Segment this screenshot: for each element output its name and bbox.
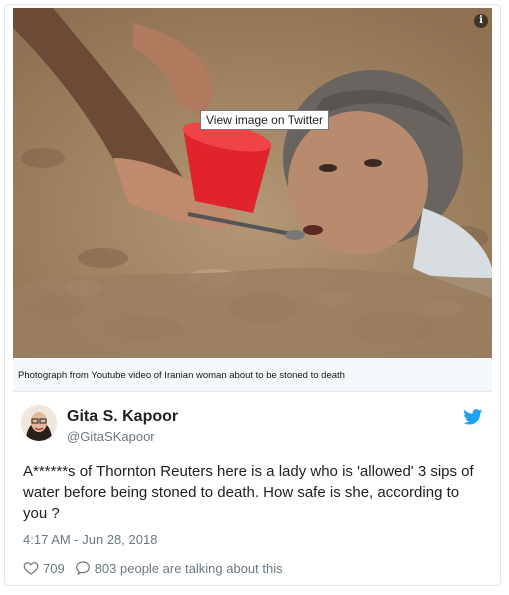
tweet-actions: 709 803 people are talking about this xyxy=(23,560,293,576)
display-name[interactable]: Gita S. Kapoor xyxy=(67,408,178,426)
photo-caption: Photograph from Youtube video of Iranian… xyxy=(13,358,492,392)
avatar[interactable] xyxy=(21,405,57,441)
heart-icon xyxy=(23,562,39,575)
view-image-tooltip: View image on Twitter xyxy=(200,110,329,130)
tweet-text: A******s of Thornton Reuters here is a l… xyxy=(23,463,474,522)
tweet-card: i View image on Twitter Photograph from … xyxy=(4,4,501,586)
tweet-timestamp[interactable]: 4:17 AM - Jun 28, 2018 xyxy=(23,532,157,547)
like-button[interactable]: 709 xyxy=(23,560,65,576)
talking-count: 803 people are talking about this xyxy=(94,560,283,576)
user-handle[interactable]: @GitaSKapoor xyxy=(67,429,155,444)
reply-discussion-link[interactable]: 803 people are talking about this xyxy=(75,560,283,576)
tweet-photo[interactable]: i View image on Twitter xyxy=(13,8,492,358)
info-icon[interactable]: i xyxy=(474,14,488,28)
twitter-bird-icon[interactable] xyxy=(463,409,483,425)
avatar-image xyxy=(21,405,57,441)
like-count: 709 xyxy=(43,560,65,576)
caption-text: Photograph from Youtube video of Iranian… xyxy=(18,370,345,381)
photo-illustration xyxy=(13,8,492,358)
speech-bubble-icon xyxy=(75,561,90,576)
